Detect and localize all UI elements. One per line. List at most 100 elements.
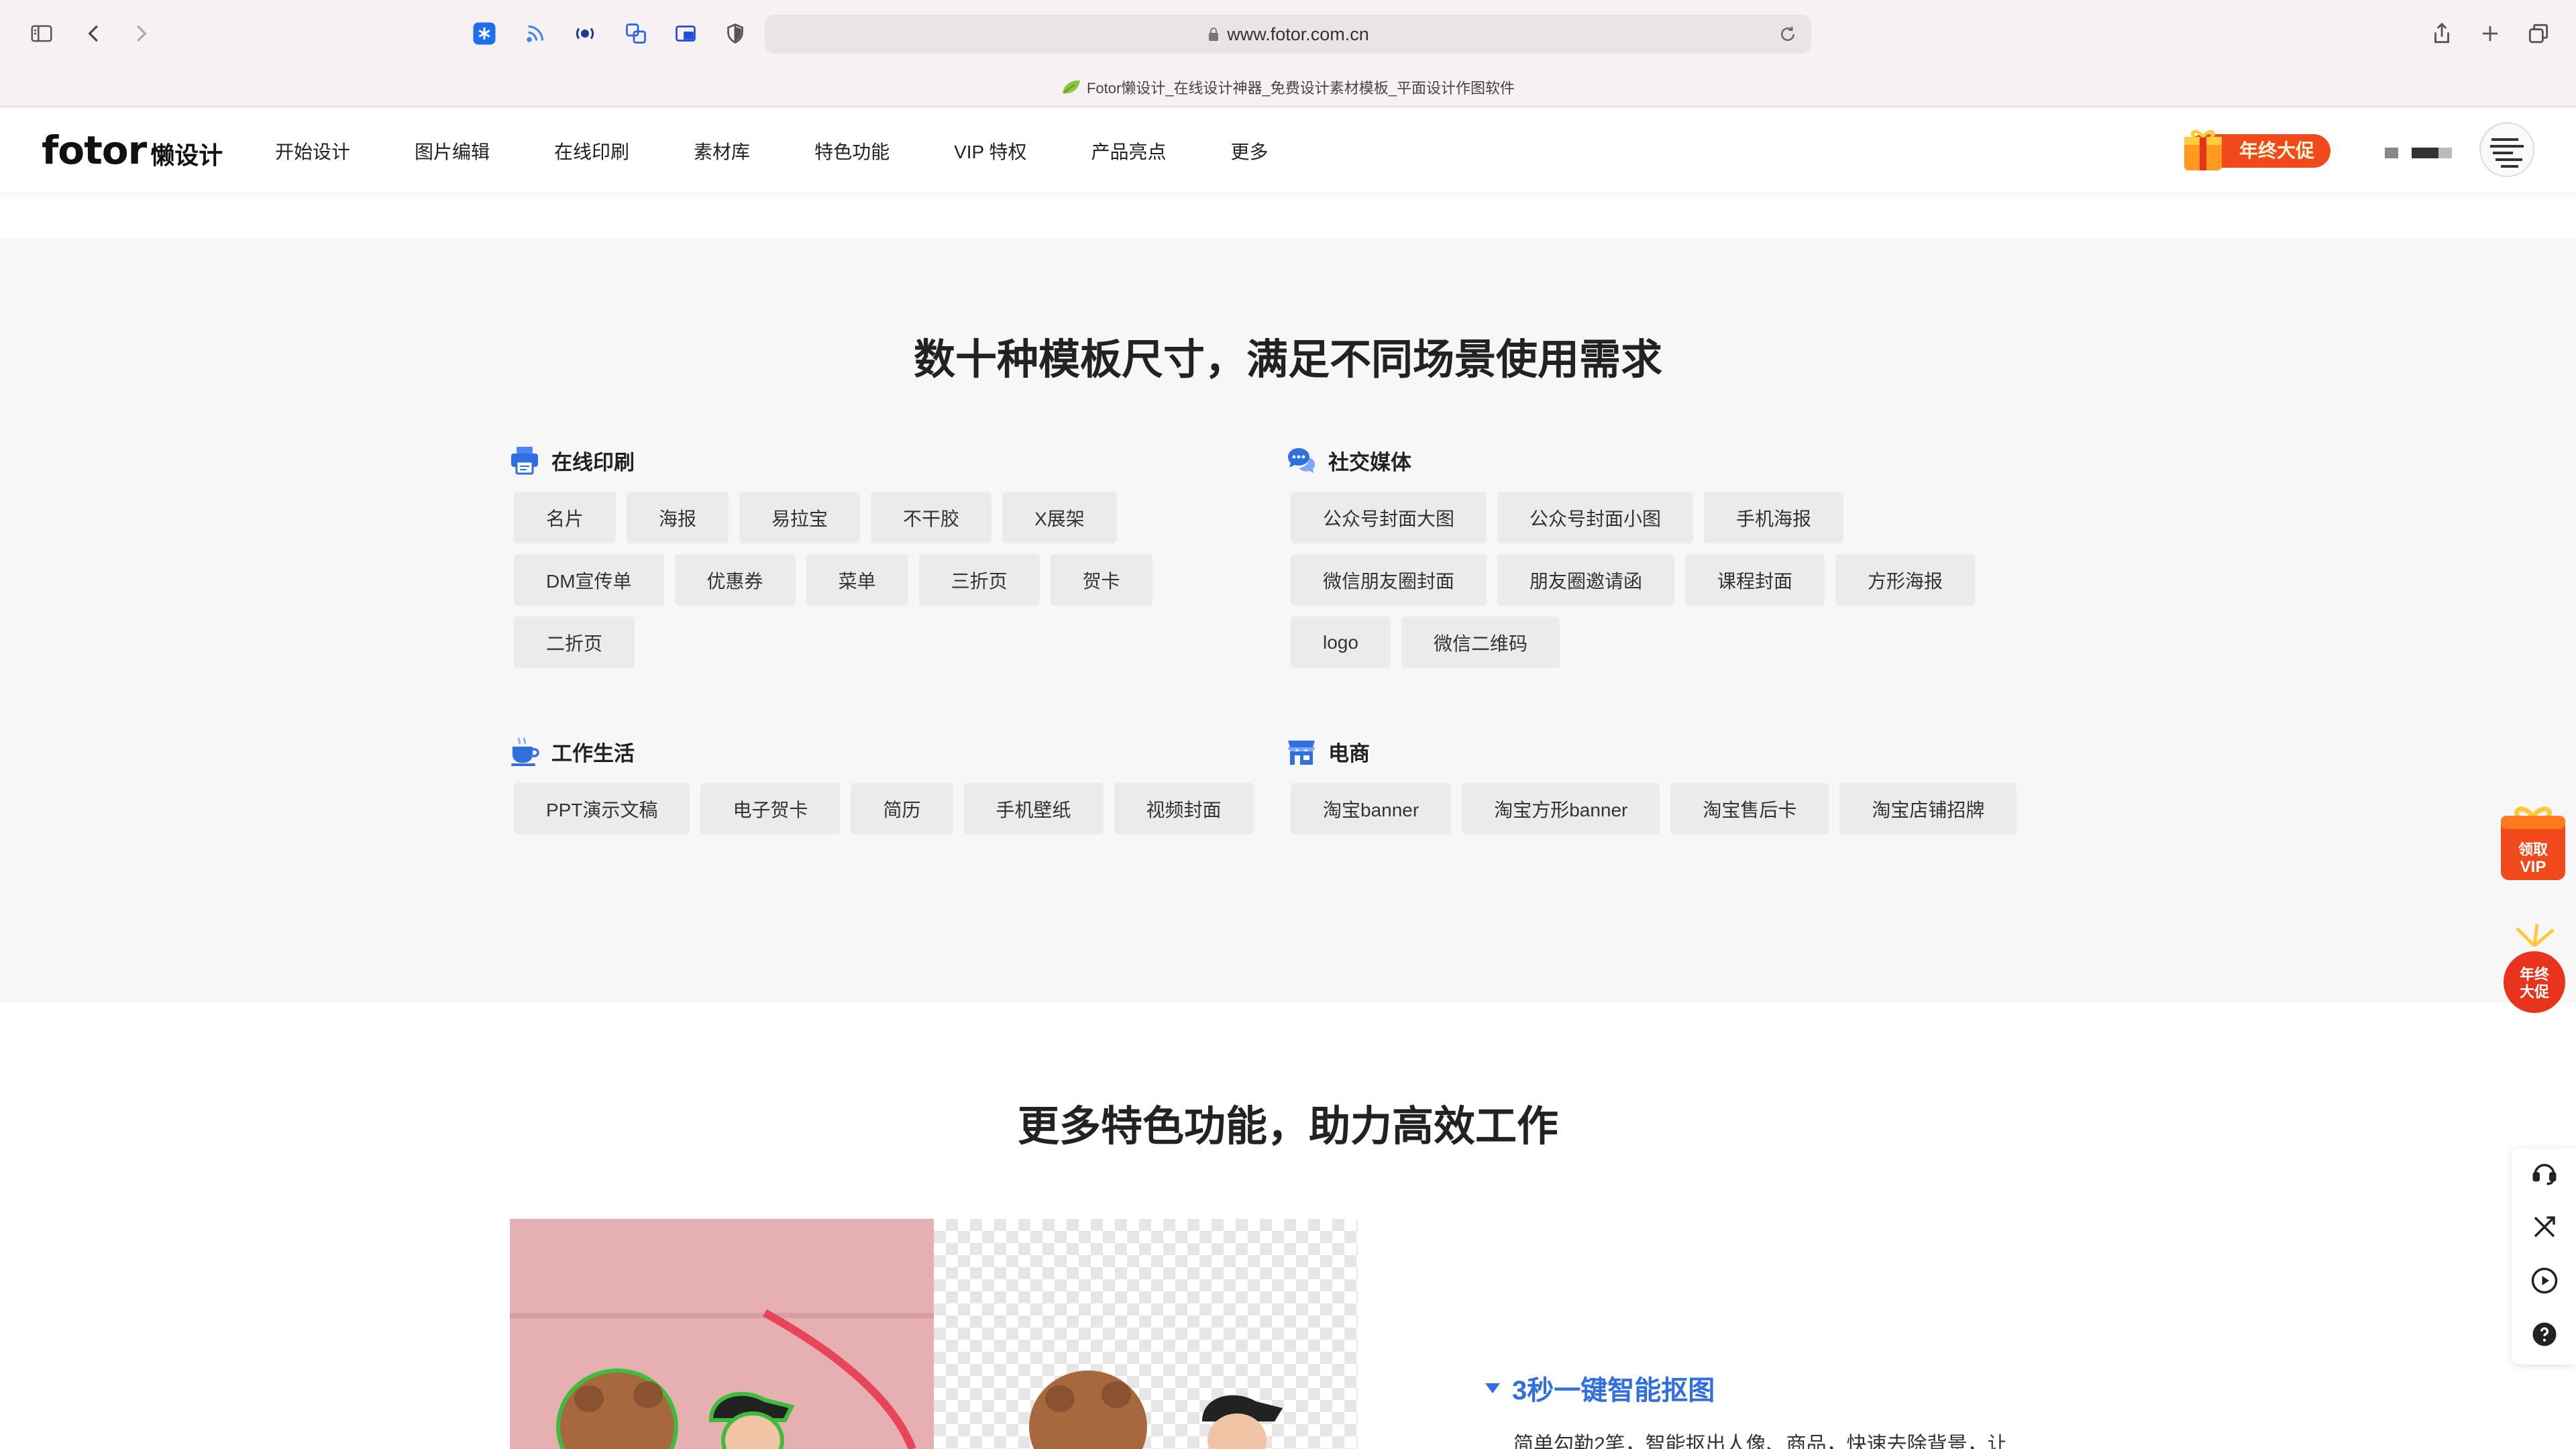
tag-moments-invitation[interactable]: 朋友圈邀请函 [1497,554,1675,606]
tag-list: 名片 海报 易拉宝 不干胶 X展架 DM宣传单 优惠券 菜单 三折页 贺卡 二折… [514,492,1279,679]
nav-vip[interactable]: VIP 特权 [954,138,1026,164]
tag-phone-wallpaper[interactable]: 手机壁纸 [963,783,1104,835]
nav-start-design[interactable]: 开始设计 [275,138,350,164]
year-end-promo-badge[interactable]: 年终大促 [2180,125,2334,176]
tag-bifold[interactable]: 二折页 [514,616,635,668]
help-icon[interactable] [2530,1320,2559,1348]
tag-business-card[interactable]: 名片 [514,492,616,543]
browser-chrome: www.fotor.com.cn Fotor懒设计_在线设计神器_免费设计素材模… [0,0,2576,107]
signal-bars-icon [2385,148,2452,158]
tag-wechat-cover-large[interactable]: 公众号封面大图 [1291,492,1487,543]
nav-online-print[interactable]: 在线印刷 [554,138,629,164]
tag-dm-flyer[interactable]: DM宣传单 [514,554,664,606]
template-sizes-section: 数十种模板尺寸，满足不同场景使用需求 在线印刷 名片 海报 易拉宝 不干胶 X展… [0,238,2576,1003]
tag-moments-cover[interactable]: 微信朋友圈封面 [1291,554,1487,606]
address-bar[interactable]: www.fotor.com.cn [765,15,1811,54]
tag-taobao-banner[interactable]: 淘宝banner [1291,783,1452,835]
feature-item-description: 简单勾勒2笔，智能抠出人像、商品，快速去除背景，让 [1513,1434,2008,1449]
privacy-shield-icon[interactable] [722,20,749,47]
category-social-media: 社交媒体 公众号封面大图 公众号封面小图 手机海报 微信朋友圈封面 朋友圈邀请函… [1285,443,2055,679]
demo-cutout-image [934,1219,1358,1449]
tools-icon[interactable] [2530,1213,2559,1241]
demo-original-image [510,1219,934,1449]
nav-highlights[interactable]: 产品亮点 [1091,138,1166,164]
category-title: 社交媒体 [1328,450,1411,474]
tag-logo[interactable]: logo [1291,616,1391,668]
features-section-title: 更多特色功能，助力高效工作 [1017,1104,1558,1150]
tag-e-card[interactable]: 电子贺卡 [700,783,841,835]
tag-mobile-poster[interactable]: 手机海报 [1704,492,1844,543]
broadcast-icon[interactable] [572,20,598,47]
background-removal-demo [510,1219,1358,1449]
nav-photo-edit[interactable]: 图片编辑 [415,138,490,164]
year-end-promo-widget[interactable]: 年终 大促 [2497,922,2569,1016]
reload-icon[interactable] [1778,24,1798,44]
tag-poster[interactable]: 海报 [627,492,729,543]
chat-bubbles-icon [1288,448,1315,473]
lock-icon [1209,28,1219,41]
nav-more[interactable]: 更多 [1231,138,1269,164]
tag-taobao-shop-sign[interactable]: 淘宝店铺招牌 [1839,783,2017,835]
logo-subtitle: 懒设计 [150,142,223,169]
feature-item-title: 3秒一键智能抠图 [1512,1376,1715,1405]
tab-title: Fotor懒设计_在线设计神器_免费设计素材模板_平面设计作图软件 [1086,80,1515,97]
tag-resume[interactable]: 简历 [851,783,953,835]
new-tab-icon[interactable] [2475,19,2505,48]
promo-widget-line1: 年终 [2520,966,2550,983]
active-tab[interactable]: Fotor懒设计_在线设计神器_免费设计素材模板_平面设计作图软件 [0,76,2576,98]
logo-wordmark: fotor [42,127,147,173]
tag-wechat-cover-small[interactable]: 公众号封面小图 [1497,492,1694,543]
triangle-down-icon [1485,1383,1500,1393]
share-icon[interactable] [2427,19,2457,48]
storefront-icon [1288,741,1315,765]
tag-wechat-qrcode[interactable]: 微信二维码 [1401,616,1560,668]
tag-roll-up-banner[interactable]: 易拉宝 [739,492,861,543]
category-ecommerce: 电商 淘宝banner 淘宝方形banner 淘宝售后卡 淘宝店铺招牌 [1285,735,2055,845]
site-header: fotor 懒设计 开始设计 图片编辑 在线印刷 素材库 特色功能 VIP 特权… [0,109,2576,193]
category-title: 在线印刷 [551,450,635,474]
tag-menu[interactable]: 菜单 [806,554,908,606]
tag-list: PPT演示文稿 电子贺卡 简历 手机壁纸 视频封面 [514,783,1279,845]
tag-ppt[interactable]: PPT演示文稿 [514,783,690,835]
category-title: 工作生活 [551,741,635,765]
sidebar-toggle-icon[interactable] [27,19,56,48]
tab-overview-icon[interactable] [2524,19,2553,48]
promo-widget-line2: 大促 [2520,983,2549,1000]
tag-sticker[interactable]: 不干胶 [871,492,992,543]
screen-extension-icon[interactable] [672,20,699,47]
tag-taobao-aftersale-card[interactable]: 淘宝售后卡 [1670,783,1829,835]
extension-asterisk-icon[interactable] [471,20,498,47]
customer-service-icon[interactable] [2530,1159,2559,1187]
nav-features[interactable]: 特色功能 [814,138,890,164]
nav-asset-library[interactable]: 素材库 [694,138,750,164]
tag-x-stand[interactable]: X展架 [1002,492,1117,543]
category-title: 电商 [1328,741,1370,765]
tag-list: 公众号封面大图 公众号封面小图 手机海报 微信朋友圈封面 朋友圈邀请函 课程封面… [1291,492,2055,679]
tag-list: 淘宝banner 淘宝方形banner 淘宝售后卡 淘宝店铺招牌 [1291,783,2055,845]
tag-video-cover[interactable]: 视频封面 [1114,783,1254,835]
tag-greeting-card[interactable]: 贺卡 [1050,554,1152,606]
vip-widget-line2: VIP [2520,858,2546,876]
feature-item-cutout[interactable]: 3秒一键智能抠图 [1484,1368,1715,1407]
promo-badge-text: 年终大促 [2239,140,2314,161]
vip-widget-line1: 领取 [2518,841,2548,858]
category-online-print: 在线印刷 名片 海报 易拉宝 不干胶 X展架 DM宣传单 优惠券 菜单 三折页 … [508,443,1279,679]
tag-trifold[interactable]: 三折页 [918,554,1040,606]
site-logo[interactable]: fotor 懒设计 [42,127,223,173]
play-video-icon[interactable] [2530,1267,2559,1295]
translate-extension-icon[interactable] [623,20,649,47]
url-text: www.fotor.com.cn [1227,23,1369,44]
tag-square-poster[interactable]: 方形海报 [1835,554,1976,606]
forward-icon[interactable] [126,19,156,48]
category-work-life: 工作生活 PPT演示文稿 电子贺卡 简历 手机壁纸 视频封面 [508,735,1279,845]
rss-icon[interactable] [522,20,549,47]
tag-coupon[interactable]: 优惠券 [674,554,796,606]
tag-course-cover[interactable]: 课程封面 [1685,554,1825,606]
tag-taobao-square-banner[interactable]: 淘宝方形banner [1462,783,1660,835]
coffee-cup-icon [511,737,539,766]
user-avatar[interactable] [2479,122,2534,177]
template-section-title: 数十种模板尺寸，满足不同场景使用需求 [913,337,1662,383]
claim-vip-widget[interactable]: 领取 VIP [2497,800,2569,885]
printer-icon [511,447,538,475]
back-icon[interactable] [79,19,109,48]
